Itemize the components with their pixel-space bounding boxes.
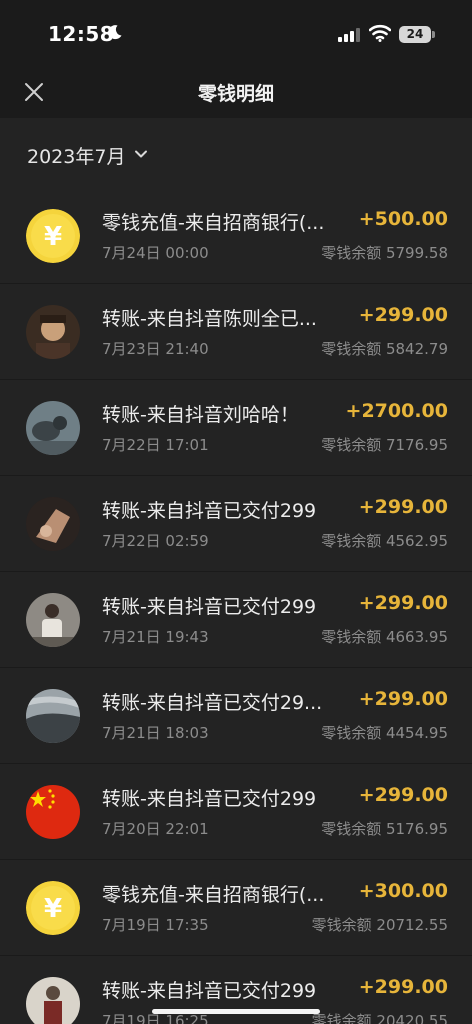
transaction-amount: +299.00 bbox=[358, 688, 448, 710]
transaction-row[interactable]: 转账-来自抖音已交付299 7月22日 02:59 +299.00 零钱余额 4… bbox=[0, 476, 472, 572]
month-label: 2023年7月 bbox=[27, 146, 126, 168]
transaction-row[interactable]: 转账-来自抖音已交付299 7月20日 22:01 +299.00 零钱余额 5… bbox=[0, 764, 472, 860]
page-title: 零钱明细 bbox=[197, 83, 274, 105]
home-indicator[interactable] bbox=[152, 1009, 320, 1014]
transaction-title: 转账-来自抖音已交付299 bbox=[102, 980, 317, 1002]
user-avatar-icon bbox=[26, 593, 80, 647]
transaction-amount: +299.00 bbox=[358, 304, 448, 326]
transaction-row[interactable]: 转账-来自抖音陈则全已... 7月23日 21:40 +299.00 零钱余额 … bbox=[0, 284, 472, 380]
transaction-date: 7月22日 17:01 bbox=[102, 436, 209, 454]
yuan-coin-icon: ¥ bbox=[26, 881, 80, 935]
transaction-balance: 零钱余额 4663.95 bbox=[321, 628, 448, 646]
transaction-balance: 零钱余额 4562.95 bbox=[321, 532, 448, 550]
svg-text:¥: ¥ bbox=[44, 894, 62, 924]
transaction-row[interactable]: 转账-来自抖音已交付299 7月21日 19:43 +299.00 零钱余额 4… bbox=[0, 572, 472, 668]
transaction-row[interactable]: 转账-来自抖音刘哈哈！ 7月22日 17:01 +2700.00 零钱余额 71… bbox=[0, 380, 472, 476]
transaction-amount: +299.00 bbox=[358, 496, 448, 518]
transaction-title: 零钱充值-来自招商银行(... bbox=[102, 212, 325, 234]
user-avatar-icon bbox=[26, 977, 80, 1024]
transaction-balance: 零钱余额 20420.55 bbox=[311, 1012, 448, 1024]
user-avatar-icon bbox=[26, 497, 80, 551]
status-time: 12:58 bbox=[48, 22, 115, 46]
transaction-row[interactable]: ¥ 零钱充值-来自招商银行(... 7月24日 00:00 +500.00 零钱… bbox=[0, 188, 472, 284]
transaction-amount: +2700.00 bbox=[345, 400, 448, 422]
battery-tip bbox=[432, 31, 435, 38]
transaction-list: ¥ 零钱充值-来自招商银行(... 7月24日 00:00 +500.00 零钱… bbox=[0, 188, 472, 1024]
transaction-date: 7月21日 18:03 bbox=[102, 724, 209, 742]
transaction-amount: +299.00 bbox=[358, 592, 448, 614]
transaction-balance: 零钱余额 5176.95 bbox=[321, 820, 448, 838]
moon-icon bbox=[108, 25, 122, 40]
user-avatar-icon bbox=[26, 305, 80, 359]
transaction-title: 转账-来自抖音已交付299 bbox=[102, 500, 317, 522]
transaction-title: 零钱充值-来自招商银行(... bbox=[102, 884, 325, 906]
transaction-amount: +299.00 bbox=[358, 784, 448, 806]
transaction-balance: 零钱余额 7176.95 bbox=[321, 436, 448, 454]
user-avatar-icon bbox=[26, 689, 80, 743]
transaction-row[interactable]: ¥ 零钱充值-来自招商银行(... 7月19日 17:35 +300.00 零钱… bbox=[0, 860, 472, 956]
yuan-coin-icon: ¥ bbox=[26, 209, 80, 263]
transaction-date: 7月22日 02:59 bbox=[102, 532, 209, 550]
transaction-amount: +500.00 bbox=[358, 208, 448, 230]
transaction-balance: 零钱余额 20712.55 bbox=[311, 916, 448, 934]
transaction-balance: 零钱余额 5799.58 bbox=[321, 244, 448, 262]
signal-icon bbox=[338, 28, 360, 42]
transaction-date: 7月20日 22:01 bbox=[102, 820, 209, 838]
transaction-amount: +299.00 bbox=[358, 976, 448, 998]
chevron-down-icon[interactable] bbox=[134, 147, 148, 161]
month-filter[interactable]: 2023年7月 bbox=[0, 118, 472, 188]
transaction-date: 7月19日 17:35 bbox=[102, 916, 209, 934]
transaction-title: 转账-来自抖音刘哈哈！ bbox=[102, 404, 299, 426]
status-bar: 12:58 24 bbox=[0, 0, 472, 70]
transaction-date: 7月24日 00:00 bbox=[102, 244, 209, 262]
transaction-balance: 零钱余额 5842.79 bbox=[321, 340, 448, 358]
transaction-row[interactable]: 转账-来自抖音已交付29... 7月21日 18:03 +299.00 零钱余额… bbox=[0, 668, 472, 764]
transaction-title: 转账-来自抖音已交付299 bbox=[102, 788, 317, 810]
wifi-icon bbox=[369, 24, 391, 42]
transaction-date: 7月21日 19:43 bbox=[102, 628, 209, 646]
transaction-title: 转账-来自抖音已交付299 bbox=[102, 596, 317, 618]
transaction-date: 7月23日 21:40 bbox=[102, 340, 209, 358]
china-flag-icon bbox=[26, 785, 80, 839]
transaction-title: 转账-来自抖音陈则全已... bbox=[102, 308, 317, 330]
user-avatar-icon bbox=[26, 401, 80, 455]
svg-text:¥: ¥ bbox=[44, 222, 62, 252]
transaction-amount: +300.00 bbox=[358, 880, 448, 902]
transaction-title: 转账-来自抖音已交付29... bbox=[102, 692, 323, 714]
battery-indicator: 24 bbox=[399, 26, 431, 43]
nav-bar: 零钱明细 bbox=[0, 70, 472, 118]
transaction-balance: 零钱余额 4454.95 bbox=[321, 724, 448, 742]
